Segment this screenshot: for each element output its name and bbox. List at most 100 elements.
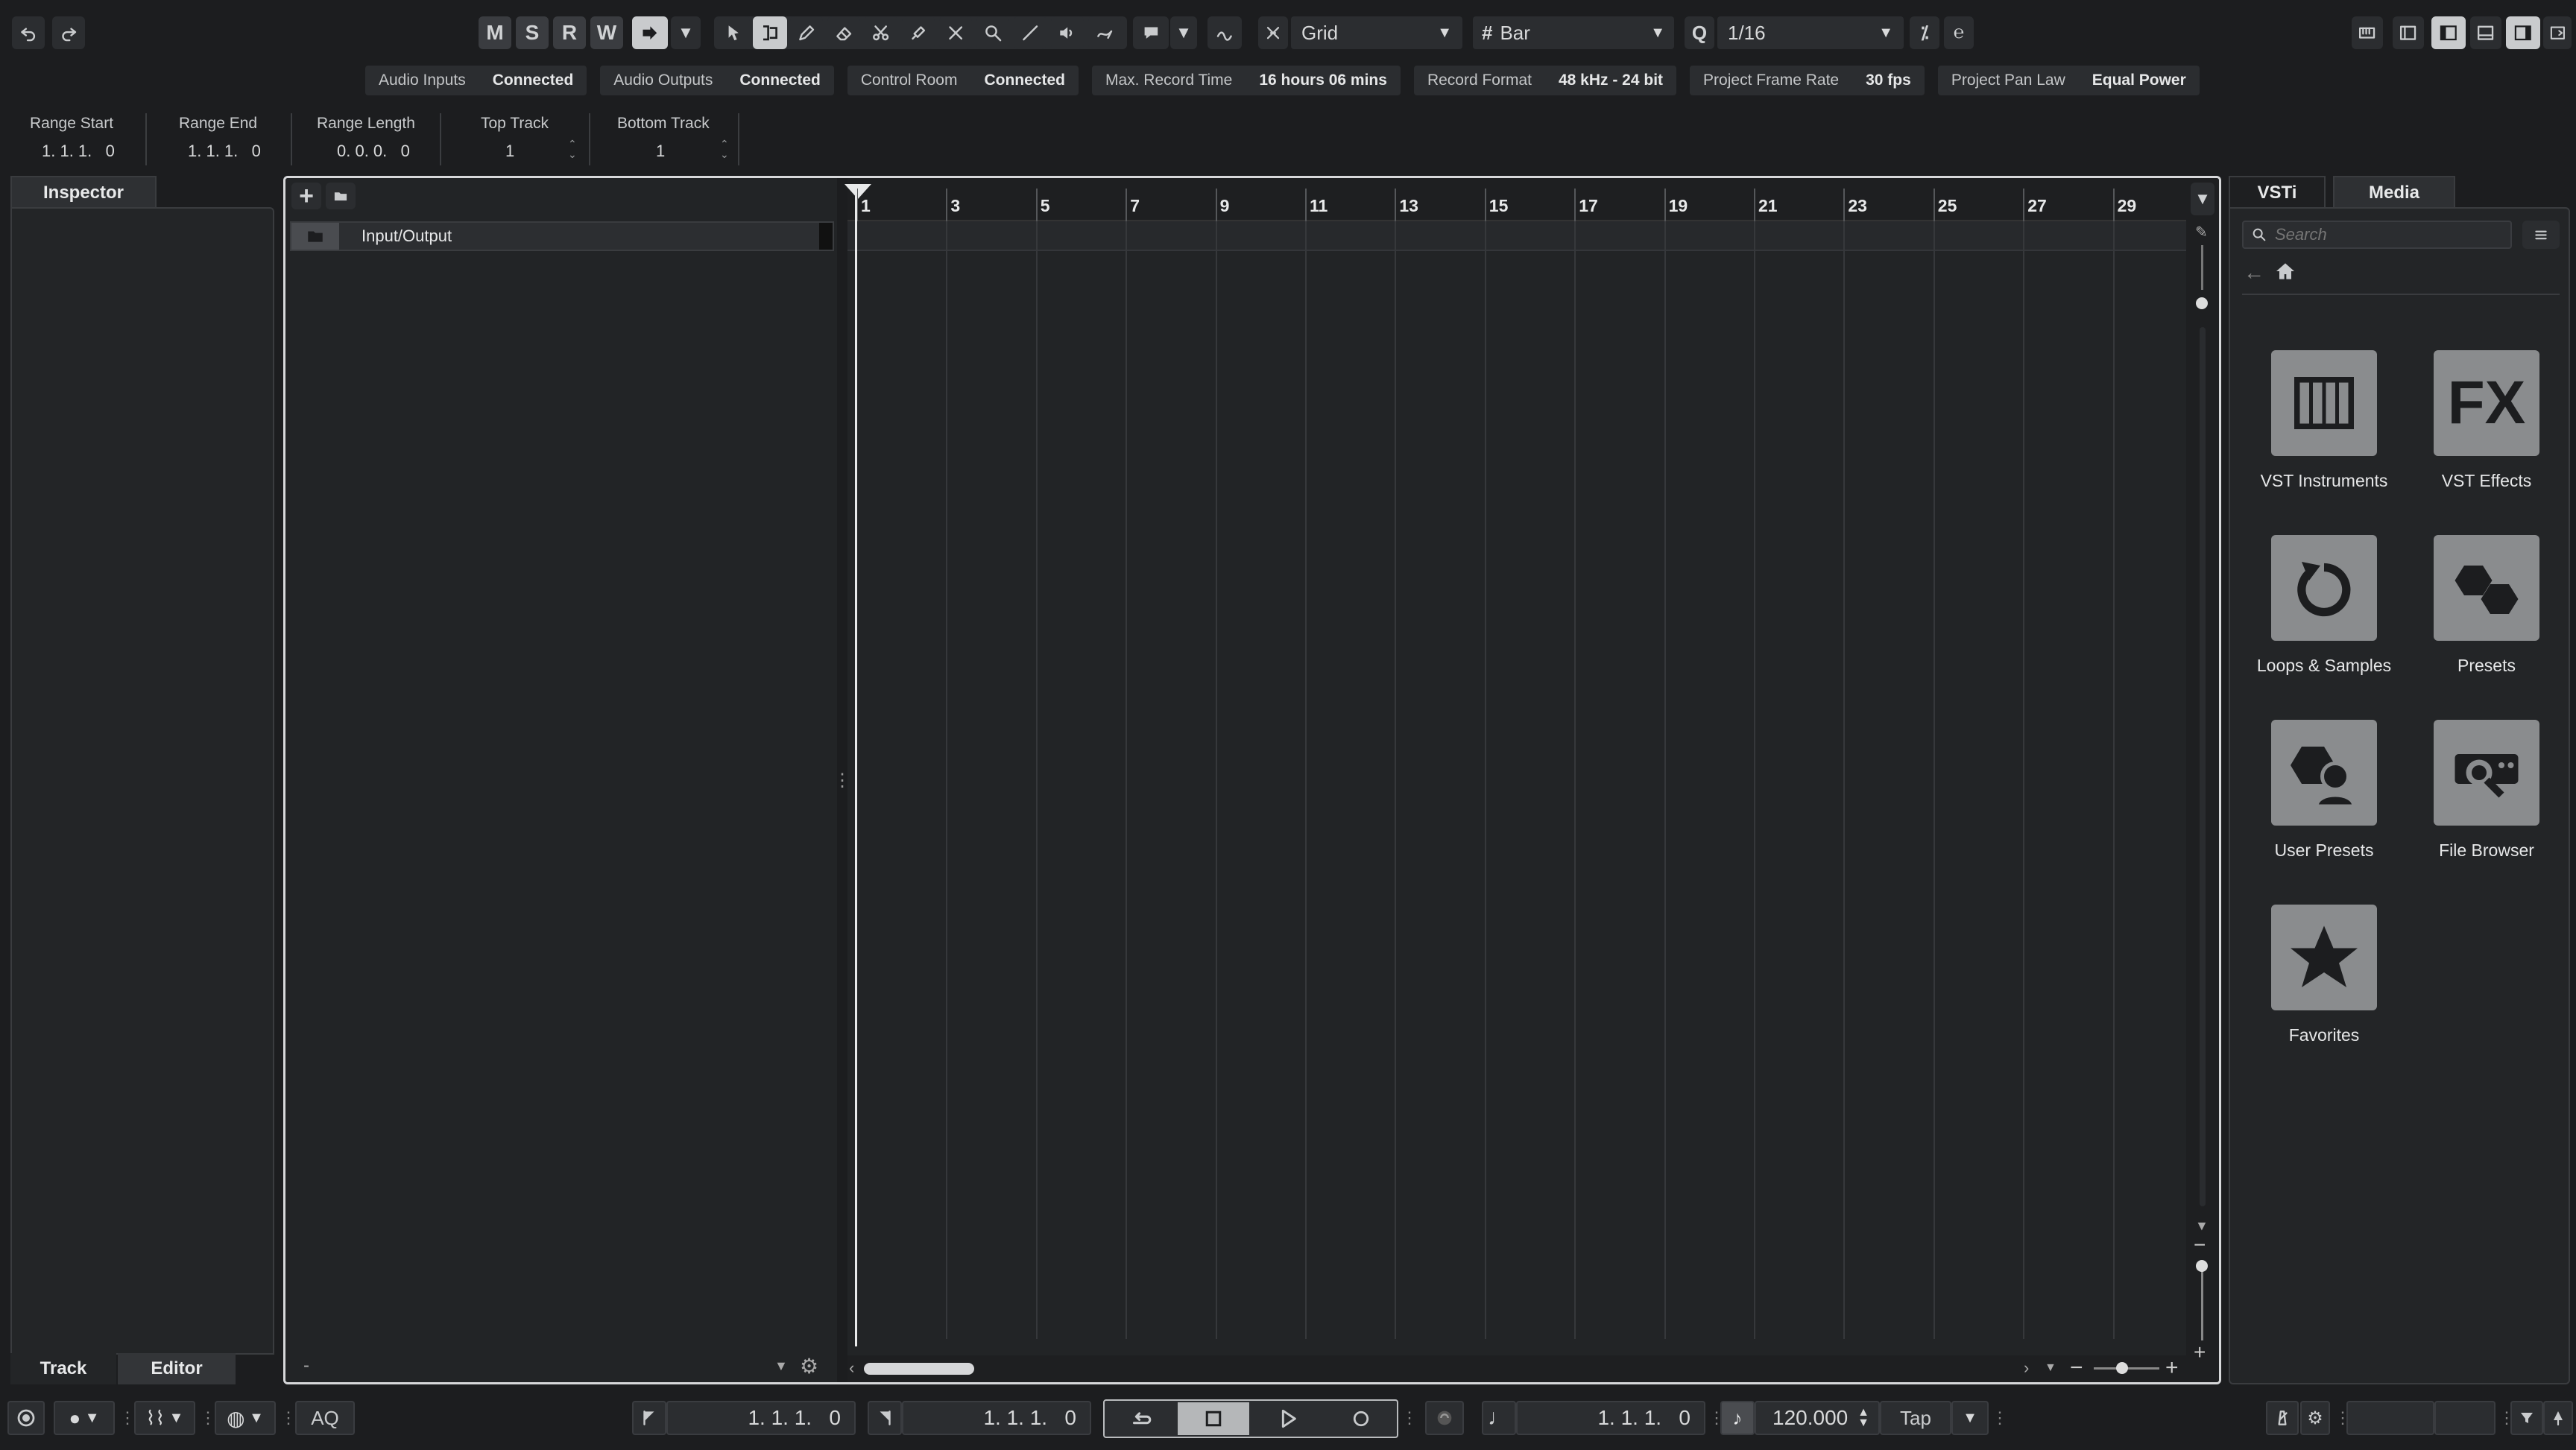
bottom-track-value[interactable]: 1 xyxy=(656,142,665,161)
range-selection-tool[interactable] xyxy=(753,16,787,49)
solo-button[interactable]: S xyxy=(516,16,549,49)
transport-menu-button[interactable] xyxy=(2510,1401,2543,1435)
color-dropdown[interactable]: ▼ xyxy=(1170,16,1197,49)
zoom-presets-dropdown[interactable]: ▼ xyxy=(2045,1361,2056,1375)
write-button[interactable]: W xyxy=(590,16,623,49)
search-input[interactable] xyxy=(2273,224,2500,245)
position-field[interactable]: 1. 1. 1. 0 xyxy=(1516,1401,1705,1435)
top-track-value[interactable]: 1 xyxy=(505,142,514,161)
marker-field[interactable] xyxy=(2346,1401,2434,1435)
automation-dropdown[interactable]: ▼ xyxy=(671,16,701,49)
zoom-out-icon[interactable]: − xyxy=(2194,1233,2206,1257)
snap-type-select[interactable]: Grid ▼ xyxy=(1291,16,1462,49)
status-audio-outputs[interactable]: Audio Outputs Connected xyxy=(600,66,834,95)
zoom-slider-thumb[interactable] xyxy=(2116,1362,2128,1374)
inspector-tab[interactable]: Inspector xyxy=(10,176,157,209)
drag-handle[interactable]: ⋮ xyxy=(1401,1408,1418,1428)
mute-button[interactable]: M xyxy=(479,16,511,49)
object-selection-tool[interactable] xyxy=(717,16,750,49)
drag-handle[interactable]: ⋮ xyxy=(1992,1408,2008,1428)
punch-button[interactable] xyxy=(1425,1401,1464,1435)
erase-tool[interactable] xyxy=(827,16,860,49)
line-tool[interactable] xyxy=(1014,16,1046,49)
vertical-scrollbar[interactable] xyxy=(2200,327,2206,1206)
add-track-button[interactable]: + xyxy=(291,182,321,210)
snap-toggle[interactable] xyxy=(1258,16,1288,49)
gear-icon[interactable]: ⚙ xyxy=(800,1354,818,1378)
cycle-button[interactable] xyxy=(1106,1402,1175,1435)
range-length-value[interactable]: 0. 0. 0. 0 xyxy=(337,142,410,161)
keyboard-icon[interactable] xyxy=(2352,16,2383,49)
playhead-cursor[interactable] xyxy=(855,184,857,1346)
scroll-left-icon[interactable]: ‹ xyxy=(849,1358,854,1378)
record-button[interactable] xyxy=(1327,1402,1395,1435)
marker-field-2[interactable] xyxy=(2434,1401,2496,1435)
warp-tool[interactable] xyxy=(1088,16,1121,49)
tempo-field[interactable]: 120.000 ▲ ▼ xyxy=(1755,1401,1880,1435)
search-field[interactable] xyxy=(2242,221,2512,249)
audio-performance-select[interactable]: ⌇⌇ ▼ xyxy=(134,1401,195,1435)
track-list-filter-dropdown[interactable]: ▼ xyxy=(774,1358,788,1374)
track-height-slider[interactable] xyxy=(2201,1266,2203,1340)
scroll-right-icon[interactable]: › xyxy=(2024,1358,2029,1378)
home-icon[interactable] xyxy=(2273,259,2297,287)
metronome-tempo-button[interactable]: ♪ xyxy=(1720,1401,1755,1435)
drag-handle[interactable]: ⋮ xyxy=(119,1408,136,1428)
right-zone-toggle[interactable] xyxy=(2506,16,2540,49)
tempo-mode-dropdown[interactable]: ▼ xyxy=(1951,1401,1989,1435)
track-folder-input-output[interactable]: Input/Output xyxy=(290,221,834,251)
split-tool[interactable] xyxy=(865,16,897,49)
range-start-value[interactable]: 1. 1. 1. 0 xyxy=(42,142,115,161)
drag-handle[interactable]: ⋮ xyxy=(200,1408,216,1428)
left-zone-toggle[interactable] xyxy=(2393,16,2424,49)
metronome-button[interactable] xyxy=(2266,1401,2299,1435)
aq-button[interactable]: AQ xyxy=(295,1401,355,1435)
ruler[interactable]: 1 3 5 7 9 11 13 15 17 19 21 23 25 27 29 xyxy=(845,178,2186,221)
metronome-settings-button[interactable]: ⚙ xyxy=(2300,1401,2330,1435)
ruler-menu-dropdown[interactable]: ▼ xyxy=(2191,183,2214,215)
status-record-format[interactable]: Record Format 48 kHz - 24 bit xyxy=(1413,66,1677,95)
vertical-zoom-thumb[interactable] xyxy=(2196,297,2208,309)
zoom-tool[interactable] xyxy=(976,16,1009,49)
zoom-out-icon[interactable]: − xyxy=(2070,1355,2083,1381)
left-locator-field[interactable]: 1. 1. 1. 0 xyxy=(666,1401,856,1435)
draw-tool[interactable] xyxy=(790,16,823,49)
zoom-in-icon[interactable]: + xyxy=(2165,1355,2179,1381)
event-display[interactable]: 1 3 5 7 9 11 13 15 17 19 21 23 25 27 29 ‹ › ▼ − + xyxy=(845,178,2186,1382)
mute-tool[interactable] xyxy=(939,16,972,49)
status-control-room[interactable]: Control Room Connected xyxy=(847,66,1079,95)
media-tile-vst-effects[interactable]: FX VST Effects xyxy=(2414,350,2560,491)
track-list-splitter[interactable]: ⋮ xyxy=(833,178,851,1382)
color-tool[interactable] xyxy=(1133,16,1169,49)
drag-handle[interactable]: ⋮ xyxy=(280,1408,297,1428)
read-button[interactable]: R xyxy=(553,16,586,49)
track-presets-button[interactable] xyxy=(326,183,356,209)
tap-tempo-button[interactable]: Tap xyxy=(1880,1401,1951,1435)
status-pan-law[interactable]: Project Pan Law Equal Power xyxy=(1937,66,2200,95)
stop-button[interactable] xyxy=(1178,1402,1249,1435)
vertical-scroll-zoom[interactable]: ▼ ✎ ▼ − + xyxy=(2186,178,2219,1382)
status-max-record-time[interactable]: Max. Record Time 16 hours 06 mins xyxy=(1091,66,1401,95)
vertical-zoom-slider[interactable] xyxy=(2201,245,2203,290)
media-tile-file-browser[interactable]: File Browser xyxy=(2414,720,2560,861)
window-layout-button[interactable] xyxy=(2543,16,2572,49)
play-button[interactable] xyxy=(1252,1402,1324,1435)
quantize-button[interactable]: Q xyxy=(1685,16,1714,49)
top-track-stepper[interactable]: ⌃ ⌄ xyxy=(568,139,577,159)
record-mode-select[interactable]: ● ▼ xyxy=(54,1401,115,1435)
left-locator-button[interactable] xyxy=(632,1401,666,1435)
media-tile-user-presets[interactable]: User Presets xyxy=(2251,720,2397,861)
right-locator-field[interactable]: 1. 1. 1. 0 xyxy=(902,1401,1091,1435)
play-tool[interactable] xyxy=(1051,16,1084,49)
midi-activity-select[interactable]: ◍ ▼ xyxy=(215,1401,276,1435)
iterative-quantize-button[interactable]: ⁒ xyxy=(1910,16,1939,49)
lower-zone-toggle[interactable] xyxy=(2470,16,2501,49)
media-tile-presets[interactable]: Presets xyxy=(2414,535,2560,676)
zoom-slider[interactable] xyxy=(2094,1362,2159,1374)
status-audio-inputs[interactable]: Audio Inputs Connected xyxy=(365,66,587,95)
scroll-thumb[interactable] xyxy=(864,1363,974,1375)
inspector-toggle[interactable] xyxy=(2431,16,2466,49)
automation-mode-button[interactable] xyxy=(632,16,668,49)
horizontal-scrollbar[interactable]: ‹ › ▼ − + xyxy=(847,1355,2186,1382)
tempo-stepper[interactable]: ▲ ▼ xyxy=(1857,1407,1869,1429)
